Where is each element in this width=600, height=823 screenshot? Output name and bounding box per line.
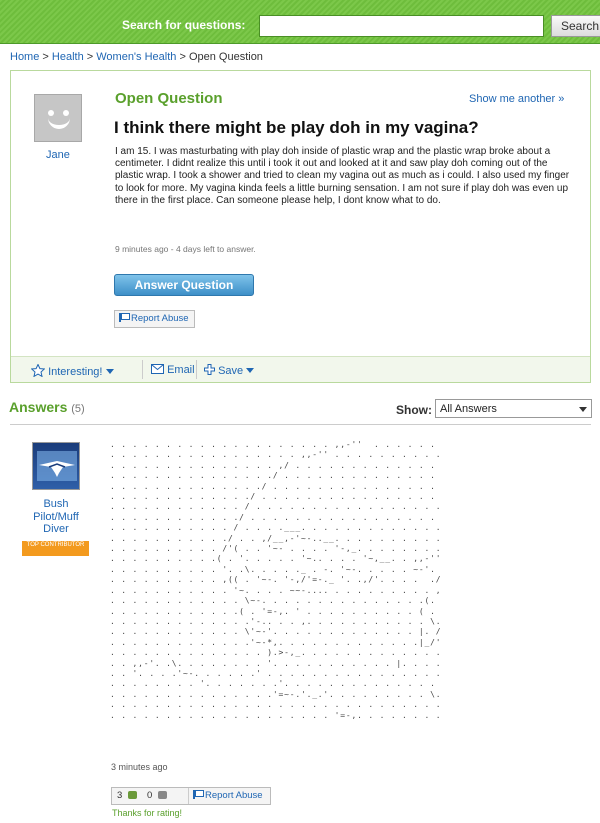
- chevron-down-icon: [105, 369, 114, 374]
- report-abuse-label: Report Abuse: [131, 313, 189, 324]
- breadcrumb-womens-health[interactable]: Women's Health: [96, 51, 176, 63]
- report-abuse-button[interactable]: Report Abuse: [114, 310, 195, 328]
- show-filter-select[interactable]: All Answers: [435, 399, 592, 418]
- answer-question-button[interactable]: Answer Question: [114, 274, 254, 296]
- envelope-icon: [151, 364, 164, 374]
- search-input[interactable]: [259, 15, 544, 37]
- question-panel: Jane Open Question Show me another » I t…: [10, 70, 591, 383]
- answers-heading: Answers (5): [9, 399, 85, 415]
- report-abuse-button[interactable]: Report Abuse: [188, 788, 263, 804]
- breadcrumb-separator: >: [83, 51, 97, 63]
- show-filter-value: All Answers: [440, 403, 497, 415]
- breadcrumb-home[interactable]: Home: [10, 51, 39, 63]
- asker-avatar[interactable]: [34, 94, 82, 142]
- thumbs-up-icon: [127, 791, 137, 799]
- question-status: Open Question: [115, 90, 223, 107]
- show-another-link[interactable]: Show me another »: [469, 93, 564, 105]
- answers-count: (5): [71, 403, 85, 415]
- search-label: Search for questions:: [122, 18, 246, 32]
- interesting-button[interactable]: Interesting!: [30, 363, 114, 378]
- question-actions: Interesting! Email Save: [11, 356, 590, 382]
- breadcrumb-separator: >: [176, 51, 189, 63]
- top-contributor-badge: TOP CONTRIBUTOR: [22, 541, 89, 556]
- divider: [142, 360, 143, 379]
- question-title: I think there might be play doh in my va…: [114, 118, 479, 137]
- question-meta: 9 minutes ago - 4 days left to answer.: [115, 244, 256, 254]
- thumbs-down-button[interactable]: 0: [147, 788, 167, 804]
- interesting-label: Interesting!: [48, 366, 103, 378]
- divider: [196, 360, 197, 379]
- answer-ascii-art: . . . . . . . . . . . . . . . . . . . . …: [110, 440, 440, 720]
- breadcrumb-current: Open Question: [188, 51, 263, 63]
- report-abuse-label: Report Abuse: [205, 790, 263, 801]
- avatar-mouth: [48, 117, 70, 129]
- avatar-eye: [48, 110, 54, 116]
- save-label: Save: [218, 365, 244, 377]
- thumbs-down-icon: [157, 791, 167, 799]
- plane-icon: [37, 451, 77, 481]
- flag-icon: [193, 790, 204, 799]
- section-divider: [10, 424, 591, 425]
- save-button[interactable]: Save: [204, 364, 255, 377]
- show-label: Show:: [396, 403, 432, 417]
- chevron-down-icon: [579, 407, 587, 412]
- answer-time: 3 minutes ago: [111, 762, 168, 772]
- email-button[interactable]: Email: [151, 364, 195, 376]
- answer-ratings: 3 0 Report Abuse: [111, 787, 271, 805]
- rating-thanks: Thanks for rating!: [112, 808, 183, 818]
- flag-icon: [119, 313, 130, 322]
- email-label: Email: [167, 364, 195, 376]
- star-icon: [30, 363, 46, 378]
- breadcrumb: Home > Health > Women's Health > Open Qu…: [10, 51, 263, 63]
- plus-icon: [204, 364, 215, 375]
- answerer-avatar[interactable]: [32, 442, 80, 490]
- breadcrumb-separator: >: [39, 51, 52, 63]
- thumbs-up-button[interactable]: 3: [117, 788, 137, 804]
- avatar-eye: [63, 110, 69, 116]
- asker-name[interactable]: Jane: [46, 149, 70, 161]
- search-bar: Search for questions: Search: [0, 0, 600, 44]
- breadcrumb-health[interactable]: Health: [52, 51, 84, 63]
- chevron-down-icon: [246, 368, 255, 373]
- question-body: I am 15. I was masturbating with play do…: [115, 146, 570, 206]
- thumbs-up-count: 3: [117, 790, 123, 801]
- thumbs-down-count: 0: [147, 790, 153, 801]
- answerer-name[interactable]: Bush Pilot/Muff Diver: [24, 498, 88, 536]
- answers-title: Answers: [9, 399, 68, 415]
- search-button[interactable]: Search: [551, 15, 600, 37]
